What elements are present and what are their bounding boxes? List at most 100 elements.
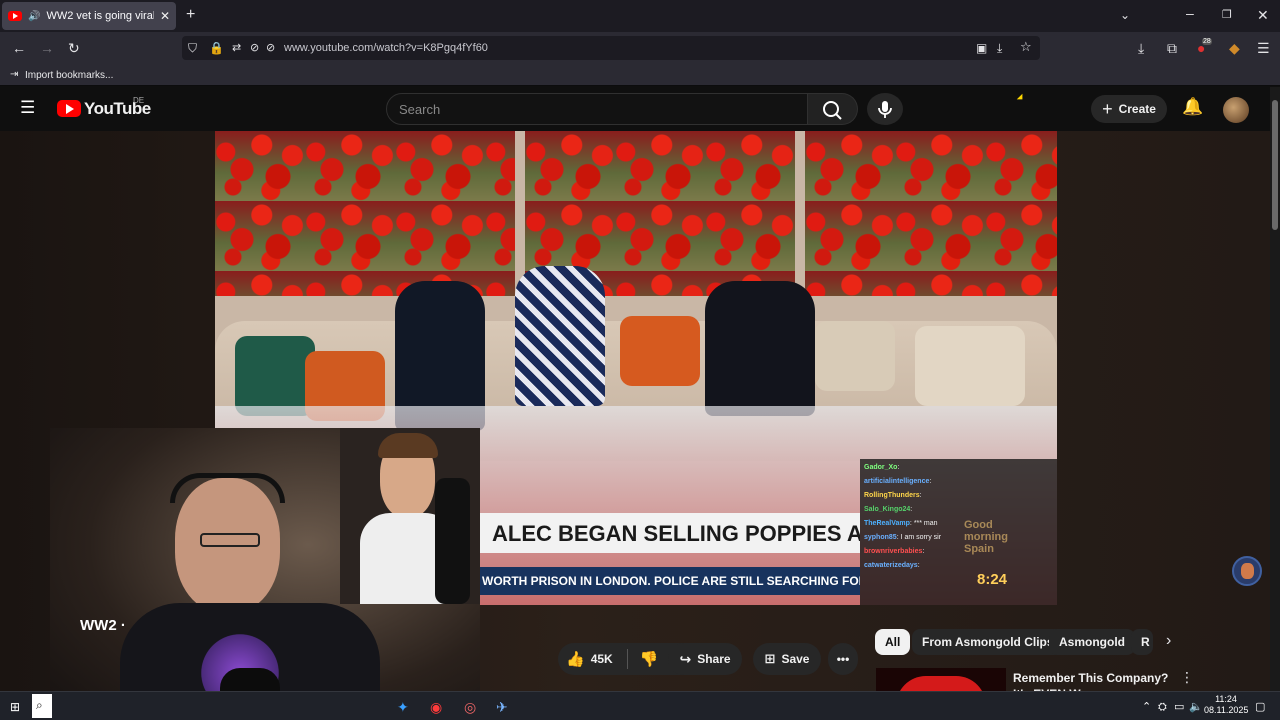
notification-center-icon[interactable]: ▢ <box>1255 700 1265 714</box>
lock-icon[interactable]: 🔒 <box>209 41 224 55</box>
more-horizontal-icon: ••• <box>836 652 850 666</box>
beige-cushion <box>915 326 1025 406</box>
chat-message: TheRealVamp: *** man <box>864 520 938 527</box>
chip-all[interactable]: All <box>875 629 911 655</box>
poppy-screen-left <box>215 131 515 296</box>
stream-timer: 8:24 <box>976 571 1008 588</box>
search-icon: ⌕ <box>36 698 43 712</box>
tray-app-icon[interactable]: ⛭ <box>1158 700 1167 714</box>
chip-truncated[interactable]: R <box>1131 629 1153 655</box>
extensions-icon[interactable]: ⧉ <box>1167 41 1177 55</box>
downloads-icon[interactable]: ⤓ <box>1138 41 1144 55</box>
floating-channel-avatar[interactable] <box>1232 556 1262 586</box>
restore-icon[interactable]: ❐ <box>1222 8 1232 22</box>
like-count[interactable]: 45K <box>591 652 613 666</box>
tray-chevron-icon[interactable]: ⌃ <box>1142 700 1151 714</box>
save-label: Save <box>781 652 810 666</box>
hamburger-menu-icon[interactable]: ☰ <box>20 99 35 116</box>
minimize-icon[interactable]: – <box>1186 6 1194 20</box>
overlay-text: Good morning Spain <box>964 519 1008 555</box>
page-scrollbar-thumb[interactable] <box>1272 100 1278 230</box>
streamer-webcam <box>50 428 480 720</box>
taskbar-clock[interactable]: 11:24 08.11.2025 <box>1204 694 1248 716</box>
search-button[interactable] <box>808 93 858 125</box>
voice-search-button[interactable] <box>867 93 903 125</box>
stream-chat-overlay: Gador_Xo: artificialintelligence: Rollin… <box>860 459 1057 605</box>
recommendation-menu-icon[interactable]: ⋮ <box>1180 670 1194 684</box>
page-download-icon[interactable]: ⤓ <box>997 41 1002 55</box>
network-icon[interactable]: ▭ <box>1174 700 1184 714</box>
chat-message: Gador_Xo: <box>864 464 900 471</box>
mic-blocked-icon[interactable]: ⊘ <box>266 41 275 55</box>
picture-in-picture-icon[interactable]: ▣ <box>976 41 987 55</box>
taskbar-search[interactable]: ⌕ <box>32 694 52 718</box>
extension-badge: 28 <box>1202 38 1212 45</box>
speaker-icon[interactable]: 🔊 <box>28 11 40 22</box>
forward-icon[interactable]: → <box>40 41 54 55</box>
veteran <box>705 281 815 416</box>
news-lower-third: ALEC BEGAN SELLING POPPIES AGED 15 <box>480 513 860 553</box>
beige-cushion <box>815 321 895 391</box>
chat-message: RollingThunders: <box>864 492 922 499</box>
camera-blocked-icon[interactable]: ⊘ <box>250 41 259 55</box>
chip-from-asmongold-clips[interactable]: From Asmongold Clips <box>912 629 1064 655</box>
url-text[interactable]: www.youtube.com/watch?v=K8Pgq4fYf60 <box>284 42 488 54</box>
plus-icon: + <box>1102 98 1113 119</box>
dislike-icon[interactable]: 👎 <box>640 650 659 668</box>
create-button[interactable]: + Create <box>1091 95 1167 123</box>
region-code: DE <box>133 96 145 105</box>
chat-message: Salo_Kingo24: <box>864 506 913 513</box>
glasses <box>200 533 260 547</box>
shield-icon[interactable]: ⛉ <box>188 41 197 55</box>
share-button[interactable]: ↪ Share <box>668 643 742 675</box>
chat-message: catwaterizedays: <box>864 562 920 569</box>
youtube-logo-icon[interactable] <box>57 100 81 117</box>
green-cushion <box>235 336 315 416</box>
clock-time: 11:24 <box>1215 694 1237 704</box>
video-title: WW2 · <box>80 617 126 634</box>
taskbar-app-icon[interactable]: ◎ <box>464 700 476 714</box>
account-avatar[interactable] <box>1223 97 1249 123</box>
taskbar-app-icon[interactable]: ✦ <box>397 700 409 714</box>
taskbar-app-icon[interactable]: ✈ <box>496 700 508 714</box>
bookmarks-bar: ⇥ Import bookmarks... <box>0 64 1280 86</box>
windows-taskbar: ⊞ ⌕ ✦ ◉ ◎ ✈ ⌃ ⛭ ▭ 🔈 ▢ <box>0 691 1280 720</box>
tab-list-chevron-icon[interactable]: ⌄ <box>1120 8 1130 22</box>
taskbar-app-icon[interactable]: ◉ <box>430 700 442 714</box>
chat-message: syphon85: I am sorry sir <box>864 534 942 541</box>
chips-next-chevron-icon[interactable]: › <box>1166 633 1171 649</box>
import-bookmarks-link[interactable]: Import bookmarks... <box>25 70 113 81</box>
inner-webcam <box>340 428 480 604</box>
poppy-screen-right <box>805 131 1057 296</box>
microphone-icon <box>878 101 892 118</box>
share-label: Share <box>697 652 731 666</box>
bookmark-star-icon[interactable]: ☆ <box>1020 40 1032 54</box>
chat-message: artificialintelligence: <box>864 478 932 485</box>
search-icon <box>823 101 842 120</box>
volume-icon[interactable]: 🔈 <box>1189 700 1203 714</box>
like-icon[interactable]: 👍 <box>566 650 585 668</box>
headphones <box>170 473 285 503</box>
windows-start-icon[interactable]: ⊞ <box>10 700 20 714</box>
close-window-icon[interactable]: ✕ <box>1257 8 1269 22</box>
more-actions-button[interactable]: ••• <box>828 643 858 675</box>
news-ticker: WORTH PRISON IN LONDON. POLICE ARE STILL… <box>480 567 860 595</box>
presenter-woman <box>515 266 605 406</box>
share-icon: ↪ <box>679 650 692 667</box>
permissions-icon[interactable]: ⇄ <box>232 41 241 55</box>
extension-icon[interactable]: ◆ <box>1229 41 1240 55</box>
notifications-bell-icon[interactable]: 🔔 <box>1182 98 1203 115</box>
app-menu-icon[interactable]: ☰ <box>1257 41 1270 55</box>
new-tab-icon[interactable]: + <box>186 7 195 23</box>
save-button[interactable]: ⊞ Save <box>753 643 821 675</box>
chip-asmongold[interactable]: Asmongold <box>1049 629 1135 655</box>
youtube-favicon-icon <box>8 11 22 21</box>
search-input[interactable]: Search <box>386 93 808 125</box>
orange-cushion <box>620 316 700 386</box>
browser-tab-active[interactable]: 🔊 WW2 vet is going viral... - YouTu ✕ <box>2 2 176 30</box>
reload-icon[interactable]: ↻ <box>68 41 80 55</box>
save-icon: ⊞ <box>764 651 776 666</box>
back-icon[interactable]: ← <box>12 41 26 55</box>
clock-date: 08.11.2025 <box>1204 705 1249 715</box>
close-tab-icon[interactable]: ✕ <box>160 9 170 23</box>
